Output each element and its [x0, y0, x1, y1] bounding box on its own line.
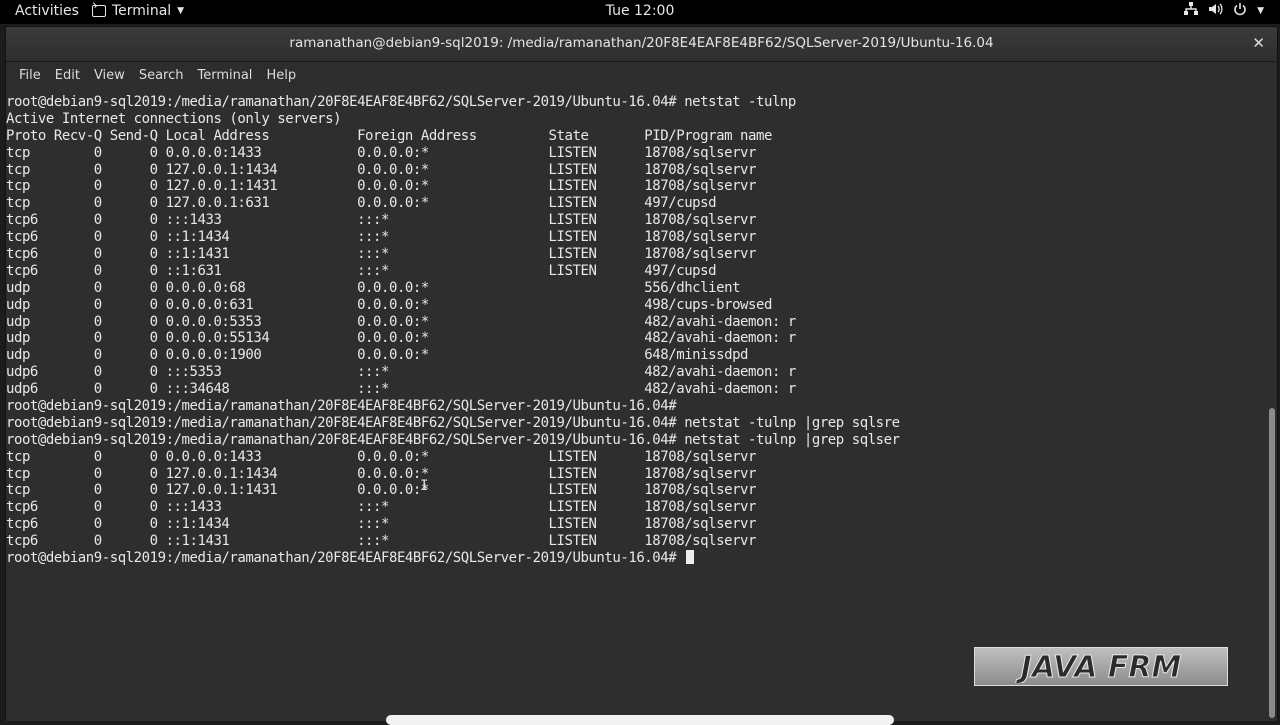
- terminal-line: tcp 0 0 127.0.0.1:1434 0.0.0.0:* LISTEN …: [6, 161, 756, 178]
- network-icon: [1184, 2, 1199, 20]
- terminal-line: root@debian9-sql2019:/media/ramanathan/2…: [6, 94, 796, 110]
- status-menu[interactable]: ▼: [1184, 2, 1264, 20]
- terminal-line: udp 0 0 0.0.0.0:5353 0.0.0.0:* 482/avahi…: [6, 313, 796, 330]
- caret-down-icon: ▼: [1257, 6, 1264, 16]
- watermark-logo: JAVA FRM: [974, 647, 1228, 686]
- terminal-line: tcp6 0 0 :::1433 :::* LISTEN 18708/sqlse…: [6, 212, 756, 229]
- close-icon[interactable]: ✕: [1252, 34, 1265, 52]
- window-titlebar[interactable]: ramanathan@debian9-sql2019: /media/raman…: [6, 27, 1277, 62]
- menu-edit[interactable]: Edit: [48, 64, 87, 87]
- menu-view[interactable]: View: [87, 64, 132, 87]
- bottom-overlay-bar: [386, 715, 894, 725]
- app-menu-label: Terminal: [112, 3, 172, 19]
- menu-bar: File Edit View Search Terminal Help: [6, 62, 1277, 89]
- menu-search[interactable]: Search: [132, 64, 191, 87]
- terminal-line: root@debian9-sql2019:/media/ramanathan/2…: [6, 431, 900, 448]
- menu-terminal[interactable]: Terminal: [190, 64, 259, 87]
- menu-file[interactable]: File: [12, 64, 48, 87]
- terminal-line: tcp 0 0 127.0.0.1:631 0.0.0.0:* LISTEN 4…: [6, 195, 717, 212]
- terminal-cursor: [686, 550, 695, 565]
- terminal-line: tcp 0 0 0.0.0.0:1433 0.0.0.0:* LISTEN 18…: [6, 448, 756, 465]
- caret-down-icon: ▼: [177, 6, 185, 16]
- terminal-prompt: root@debian9-sql2019:/media/ramanathan/2…: [6, 550, 685, 567]
- terminal-line: tcp6 0 0 :::1433 :::* LISTEN 18708/sqlse…: [6, 499, 756, 516]
- terminal-line: udp 0 0 0.0.0.0:631 0.0.0.0:* 498/cups-b…: [6, 296, 772, 313]
- terminal-line: udp 0 0 0.0.0.0:55134 0.0.0.0:* 482/avah…: [6, 330, 796, 347]
- terminal-line: tcp6 0 0 ::1:1431 :::* LISTEN 18708/sqls…: [6, 246, 756, 263]
- menu-help[interactable]: Help: [259, 64, 303, 87]
- terminal-output[interactable]: root@debian9-sql2019:/media/ramanathan/2…: [6, 88, 1266, 721]
- clock[interactable]: Tue 12:00: [606, 3, 675, 19]
- window-title: ramanathan@debian9-sql2019: /media/raman…: [289, 35, 994, 51]
- terminal-line: tcp 0 0 127.0.0.1:1434 0.0.0.0:* LISTEN …: [6, 465, 756, 482]
- terminal-line: udp6 0 0 :::34648 :::* 482/avahi-daemon:…: [6, 381, 796, 398]
- top-bar: Activities Terminal ▼ Tue 12:00 ▼: [0, 0, 1280, 24]
- terminal-line: tcp6 0 0 ::1:1431 :::* LISTEN 18708/sqls…: [6, 533, 756, 550]
- watermark-text: JAVA FRM: [1016, 651, 1182, 683]
- terminal-line: Proto Recv-Q Send-Q Local Address Foreig…: [6, 127, 772, 144]
- terminal-line: root@debian9-sql2019:/media/ramanathan/2…: [6, 398, 677, 415]
- scrollbar-thumb[interactable]: [1269, 408, 1275, 718]
- text-cursor-icon: I: [420, 478, 429, 494]
- terminal-window: ramanathan@debian9-sql2019: /media/raman…: [5, 26, 1278, 721]
- terminal-line: tcp6 0 0 ::1:1434 :::* LISTEN 18708/sqls…: [6, 229, 756, 246]
- terminal-icon: [92, 5, 106, 17]
- terminal-line: tcp 0 0 127.0.0.1:1431 0.0.0.0:* LISTEN …: [6, 482, 756, 499]
- volume-icon: [1208, 2, 1223, 20]
- terminal-line: root@debian9-sql2019:/media/ramanathan/2…: [6, 414, 900, 431]
- power-icon: [1233, 2, 1247, 20]
- terminal-line: tcp 0 0 127.0.0.1:1431 0.0.0.0:* LISTEN …: [6, 178, 756, 195]
- activities-button[interactable]: Activities: [15, 3, 79, 19]
- scrollbar[interactable]: [1266, 88, 1277, 721]
- app-menu[interactable]: Terminal ▼: [92, 3, 184, 19]
- terminal-line: tcp6 0 0 ::1:631 :::* LISTEN 497/cupsd: [6, 262, 717, 279]
- terminal-prompt-line[interactable]: root@debian9-sql2019:/media/ramanathan/2…: [6, 550, 1266, 567]
- terminal-line: Active Internet connections (only server…: [6, 110, 342, 127]
- terminal-line: tcp 0 0 0.0.0.0:1433 0.0.0.0:* LISTEN 18…: [6, 144, 756, 161]
- terminal-line: tcp6 0 0 ::1:1434 :::* LISTEN 18708/sqls…: [6, 516, 756, 533]
- terminal-line: udp 0 0 0.0.0.0:1900 0.0.0.0:* 648/minis…: [6, 347, 749, 364]
- terminal-line: udp6 0 0 :::5353 :::* 482/avahi-daemon: …: [6, 364, 796, 381]
- terminal-line: udp 0 0 0.0.0.0:68 0.0.0.0:* 556/dhclien…: [6, 279, 741, 296]
